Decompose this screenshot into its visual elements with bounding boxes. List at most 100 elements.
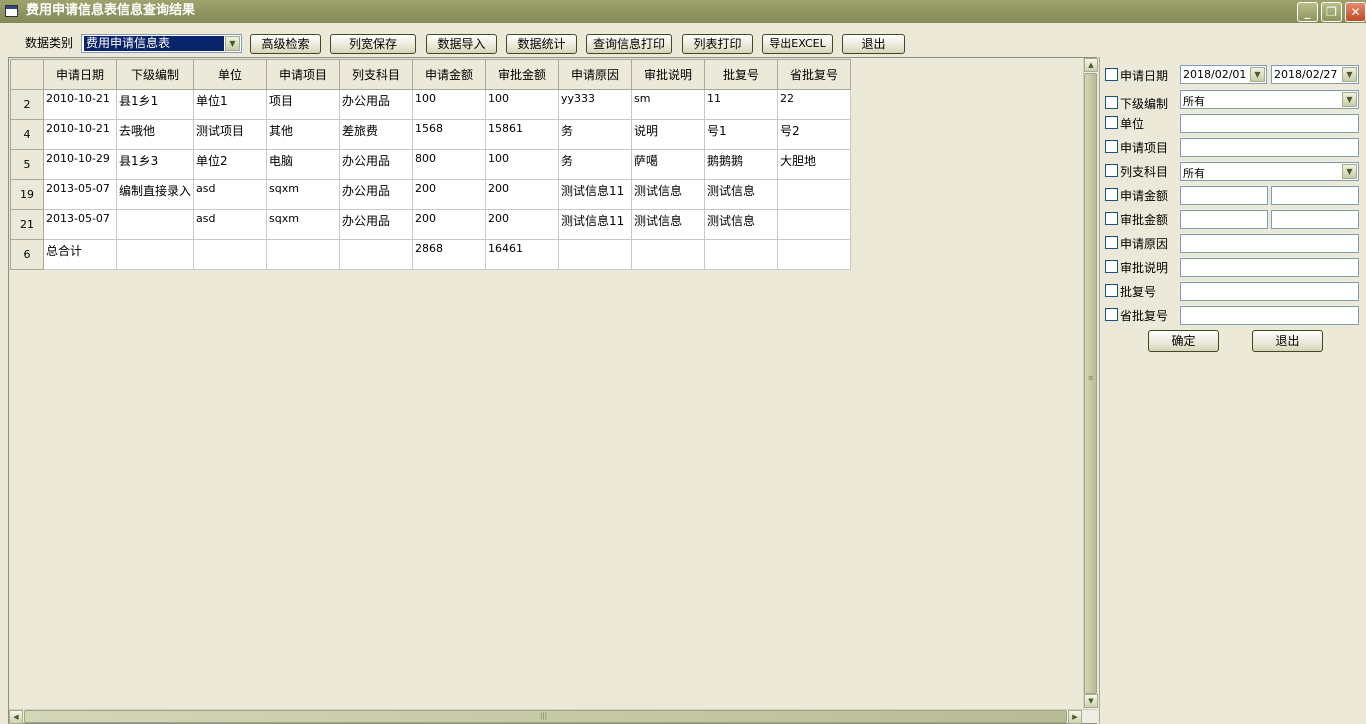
row-number[interactable]: 2 xyxy=(10,89,44,120)
table-cell[interactable] xyxy=(266,239,341,270)
prov-reply-no-input[interactable] xyxy=(1180,306,1359,325)
date-to-picker[interactable]: 2018/02/27 ▼ xyxy=(1271,65,1359,84)
table-cell[interactable] xyxy=(558,239,633,270)
reply-no-filter-checkbox[interactable] xyxy=(1105,284,1118,297)
horizontal-scrollbar[interactable]: ◀ ||| ▶ xyxy=(9,709,1097,724)
table-row[interactable]: 6 总合计 2868 16461 xyxy=(10,239,852,270)
table-cell[interactable]: 项目 xyxy=(266,89,341,120)
table-cell[interactable]: 总合计 xyxy=(43,239,117,270)
column-header[interactable]: 申请原因 xyxy=(558,59,633,90)
restore-button[interactable]: ❐ xyxy=(1321,2,1342,22)
table-cell[interactable]: 测试信息11 xyxy=(558,209,633,240)
table-cell[interactable]: 2010-10-21 xyxy=(43,89,117,120)
row-number[interactable]: 5 xyxy=(10,149,44,180)
table-cell[interactable] xyxy=(115,209,195,240)
table-cell[interactable]: 鹅鹅鹅 xyxy=(704,149,779,180)
table-cell[interactable]: yy333 xyxy=(558,89,633,120)
table-row[interactable]: 4 2010-10-21 去哦他 测试项目 其他 差旅费 1568 15861 务说明 号1 号2 xyxy=(10,119,852,150)
table-cell[interactable]: 测试信息 xyxy=(631,179,706,210)
approve-amount-max-input[interactable] xyxy=(1271,210,1359,229)
table-row[interactable]: 21 2013-05-07 asd sqxm 办公用品 200 200 测试信息11 测试信息测… xyxy=(10,209,852,240)
chevron-down-icon[interactable]: ▼ xyxy=(1342,92,1357,107)
horizontal-scroll-thumb[interactable]: ||| xyxy=(24,710,1067,723)
unit-input[interactable] xyxy=(1180,114,1359,133)
table-cell[interactable]: 200 xyxy=(412,209,487,240)
close-button[interactable]: ✕ xyxy=(1345,2,1366,22)
table-cell[interactable]: 单位2 xyxy=(193,149,268,180)
table-row[interactable]: 5 2010-10-29 县1乡3 单位2 电脑 办公用品 800 100 务萨噶 鹅鹅鹅 大胆地 xyxy=(10,149,852,180)
table-cell[interactable]: asd xyxy=(193,209,268,240)
category-select[interactable]: 费用申请信息表 ▼ xyxy=(81,34,242,53)
chevron-down-icon[interactable]: ▼ xyxy=(1342,164,1357,179)
table-cell[interactable]: 大胆地 xyxy=(777,149,852,180)
table-cell[interactable] xyxy=(115,239,195,270)
table-cell[interactable]: 测试项目 xyxy=(193,119,268,150)
filter-exit-button[interactable]: 退出 xyxy=(1252,330,1323,352)
approve-amount-filter-checkbox[interactable] xyxy=(1105,212,1118,225)
approve-note-input[interactable] xyxy=(1180,258,1359,277)
import-data-button[interactable]: 数据导入 xyxy=(426,34,497,54)
table-cell[interactable]: 测试信息 xyxy=(704,209,779,240)
table-cell[interactable]: 测试信息11 xyxy=(558,179,633,210)
table-cell[interactable] xyxy=(631,239,706,270)
column-header[interactable]: 列支科目 xyxy=(339,59,414,90)
apply-amount-max-input[interactable] xyxy=(1271,186,1359,205)
table-cell[interactable]: 800 xyxy=(412,149,487,180)
chevron-down-icon[interactable]: ▼ xyxy=(1342,67,1357,82)
chevron-down-icon[interactable]: ▼ xyxy=(225,36,240,51)
table-row[interactable]: 19 2013-05-07 编制直接录入 asd sqxm 办公用品 200 200 测试信息1… xyxy=(10,179,852,210)
table-cell[interactable]: 22 xyxy=(777,89,852,120)
scroll-left-icon[interactable]: ◀ xyxy=(9,710,23,724)
approve-note-filter-checkbox[interactable] xyxy=(1105,260,1118,273)
table-cell[interactable]: sqxm xyxy=(266,179,341,210)
table-cell[interactable]: 11 xyxy=(704,89,779,120)
column-header[interactable]: 审批说明 xyxy=(631,59,706,90)
table-cell[interactable]: 2868 xyxy=(412,239,487,270)
table-cell[interactable]: 2010-10-21 xyxy=(43,119,117,150)
table-cell[interactable]: 差旅费 xyxy=(339,119,414,150)
apply-amount-min-input[interactable] xyxy=(1180,186,1268,205)
table-cell[interactable]: 县1乡3 xyxy=(115,149,195,180)
save-column-width-button[interactable]: 列宽保存 xyxy=(330,34,416,54)
table-cell[interactable]: 电脑 xyxy=(266,149,341,180)
table-cell[interactable]: 萨噶 xyxy=(631,149,706,180)
sub-unit-filter-checkbox[interactable] xyxy=(1105,96,1118,109)
column-header[interactable]: 申请金额 xyxy=(412,59,487,90)
table-cell[interactable]: 号2 xyxy=(777,119,852,150)
print-list-button[interactable]: 列表打印 xyxy=(682,34,753,54)
confirm-button[interactable]: 确定 xyxy=(1148,330,1219,352)
column-header[interactable]: 批复号 xyxy=(704,59,779,90)
table-cell[interactable]: 办公用品 xyxy=(339,209,414,240)
column-header[interactable]: 审批金额 xyxy=(485,59,560,90)
table-cell[interactable]: 其他 xyxy=(266,119,341,150)
table-cell[interactable]: 100 xyxy=(485,149,560,180)
table-cell[interactable] xyxy=(777,239,852,270)
project-filter-checkbox[interactable] xyxy=(1105,140,1118,153)
table-cell[interactable]: 号1 xyxy=(704,119,779,150)
unit-filter-checkbox[interactable] xyxy=(1105,116,1118,129)
scroll-right-icon[interactable]: ▶ xyxy=(1068,710,1082,724)
subject-filter-checkbox[interactable] xyxy=(1105,164,1118,177)
table-cell[interactable]: sqxm xyxy=(266,209,341,240)
subject-select[interactable]: 所有 ▼ xyxy=(1180,162,1359,181)
table-cell[interactable]: 办公用品 xyxy=(339,89,414,120)
table-cell[interactable]: 2010-10-29 xyxy=(43,149,117,180)
table-cell[interactable]: 测试信息 xyxy=(631,209,706,240)
table-cell[interactable] xyxy=(339,239,414,270)
date-from-picker[interactable]: 2018/02/01 ▼ xyxy=(1180,65,1267,84)
vertical-scroll-thumb[interactable]: ≡ xyxy=(1084,73,1097,694)
table-cell[interactable]: 15861 xyxy=(485,119,560,150)
table-cell[interactable]: 办公用品 xyxy=(339,179,414,210)
column-header[interactable]: 省批复号 xyxy=(777,59,852,90)
advanced-search-button[interactable]: 高级检索 xyxy=(250,34,321,54)
table-cell[interactable]: 1568 xyxy=(412,119,487,150)
table-cell[interactable]: 2013-05-07 xyxy=(43,209,117,240)
table-cell[interactable] xyxy=(777,179,852,210)
scroll-up-icon[interactable]: ▲ xyxy=(1084,58,1098,72)
table-cell[interactable]: 县1乡1 xyxy=(115,89,195,120)
table-cell[interactable]: 100 xyxy=(485,89,560,120)
print-query-button[interactable]: 查询信息打印 xyxy=(586,34,672,54)
row-number[interactable]: 21 xyxy=(10,209,44,240)
approve-amount-min-input[interactable] xyxy=(1180,210,1268,229)
table-cell[interactable]: 200 xyxy=(412,179,487,210)
